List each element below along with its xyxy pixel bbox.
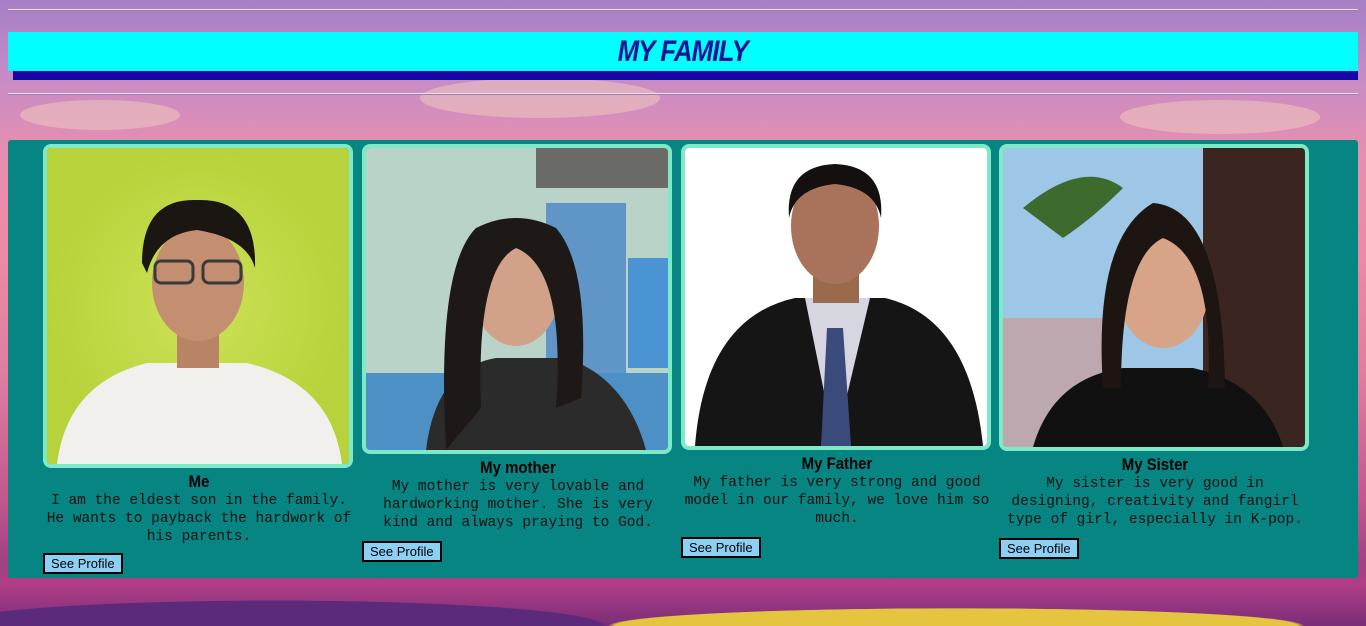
page-title: MY FAMILY [617, 34, 749, 68]
member-description: I am the eldest son in the family. He wa… [46, 493, 352, 545]
member-name: My Father [801, 454, 873, 473]
member-photo [362, 144, 672, 454]
member-description: My mother is very lovable and hardworkin… [383, 479, 653, 531]
member-description: My sister is very good in designing, cre… [1007, 476, 1303, 528]
cloud-shape [420, 78, 660, 118]
member-photo [43, 144, 353, 468]
cloud-shape [1120, 100, 1320, 134]
cloud-shape [20, 100, 180, 130]
see-profile-button[interactable]: See Profile [43, 553, 123, 574]
member-card-sister: My Sister My sister is very good in desi… [999, 144, 1311, 559]
bottom-divider [8, 93, 1358, 95]
member-photo [999, 144, 1309, 451]
member-card-father: My Father My father is very strong and g… [681, 144, 993, 558]
family-panel: Me I am the eldest son in the family. He… [8, 140, 1358, 578]
see-profile-button[interactable]: See Profile [362, 541, 442, 562]
top-divider [8, 9, 1358, 11]
see-profile-button[interactable]: See Profile [999, 538, 1079, 559]
member-photo [681, 144, 991, 450]
member-name: My Sister [1121, 455, 1189, 474]
member-description: My father is very strong and good model … [684, 475, 990, 527]
member-name: Me [188, 472, 210, 491]
member-name: My mother [480, 458, 556, 477]
title-banner: MY FAMILY [8, 32, 1358, 71]
see-profile-button[interactable]: See Profile [681, 537, 761, 558]
member-card-me: Me I am the eldest son in the family. He… [43, 144, 355, 574]
member-card-mother: My mother My mother is very lovable and … [362, 144, 674, 562]
